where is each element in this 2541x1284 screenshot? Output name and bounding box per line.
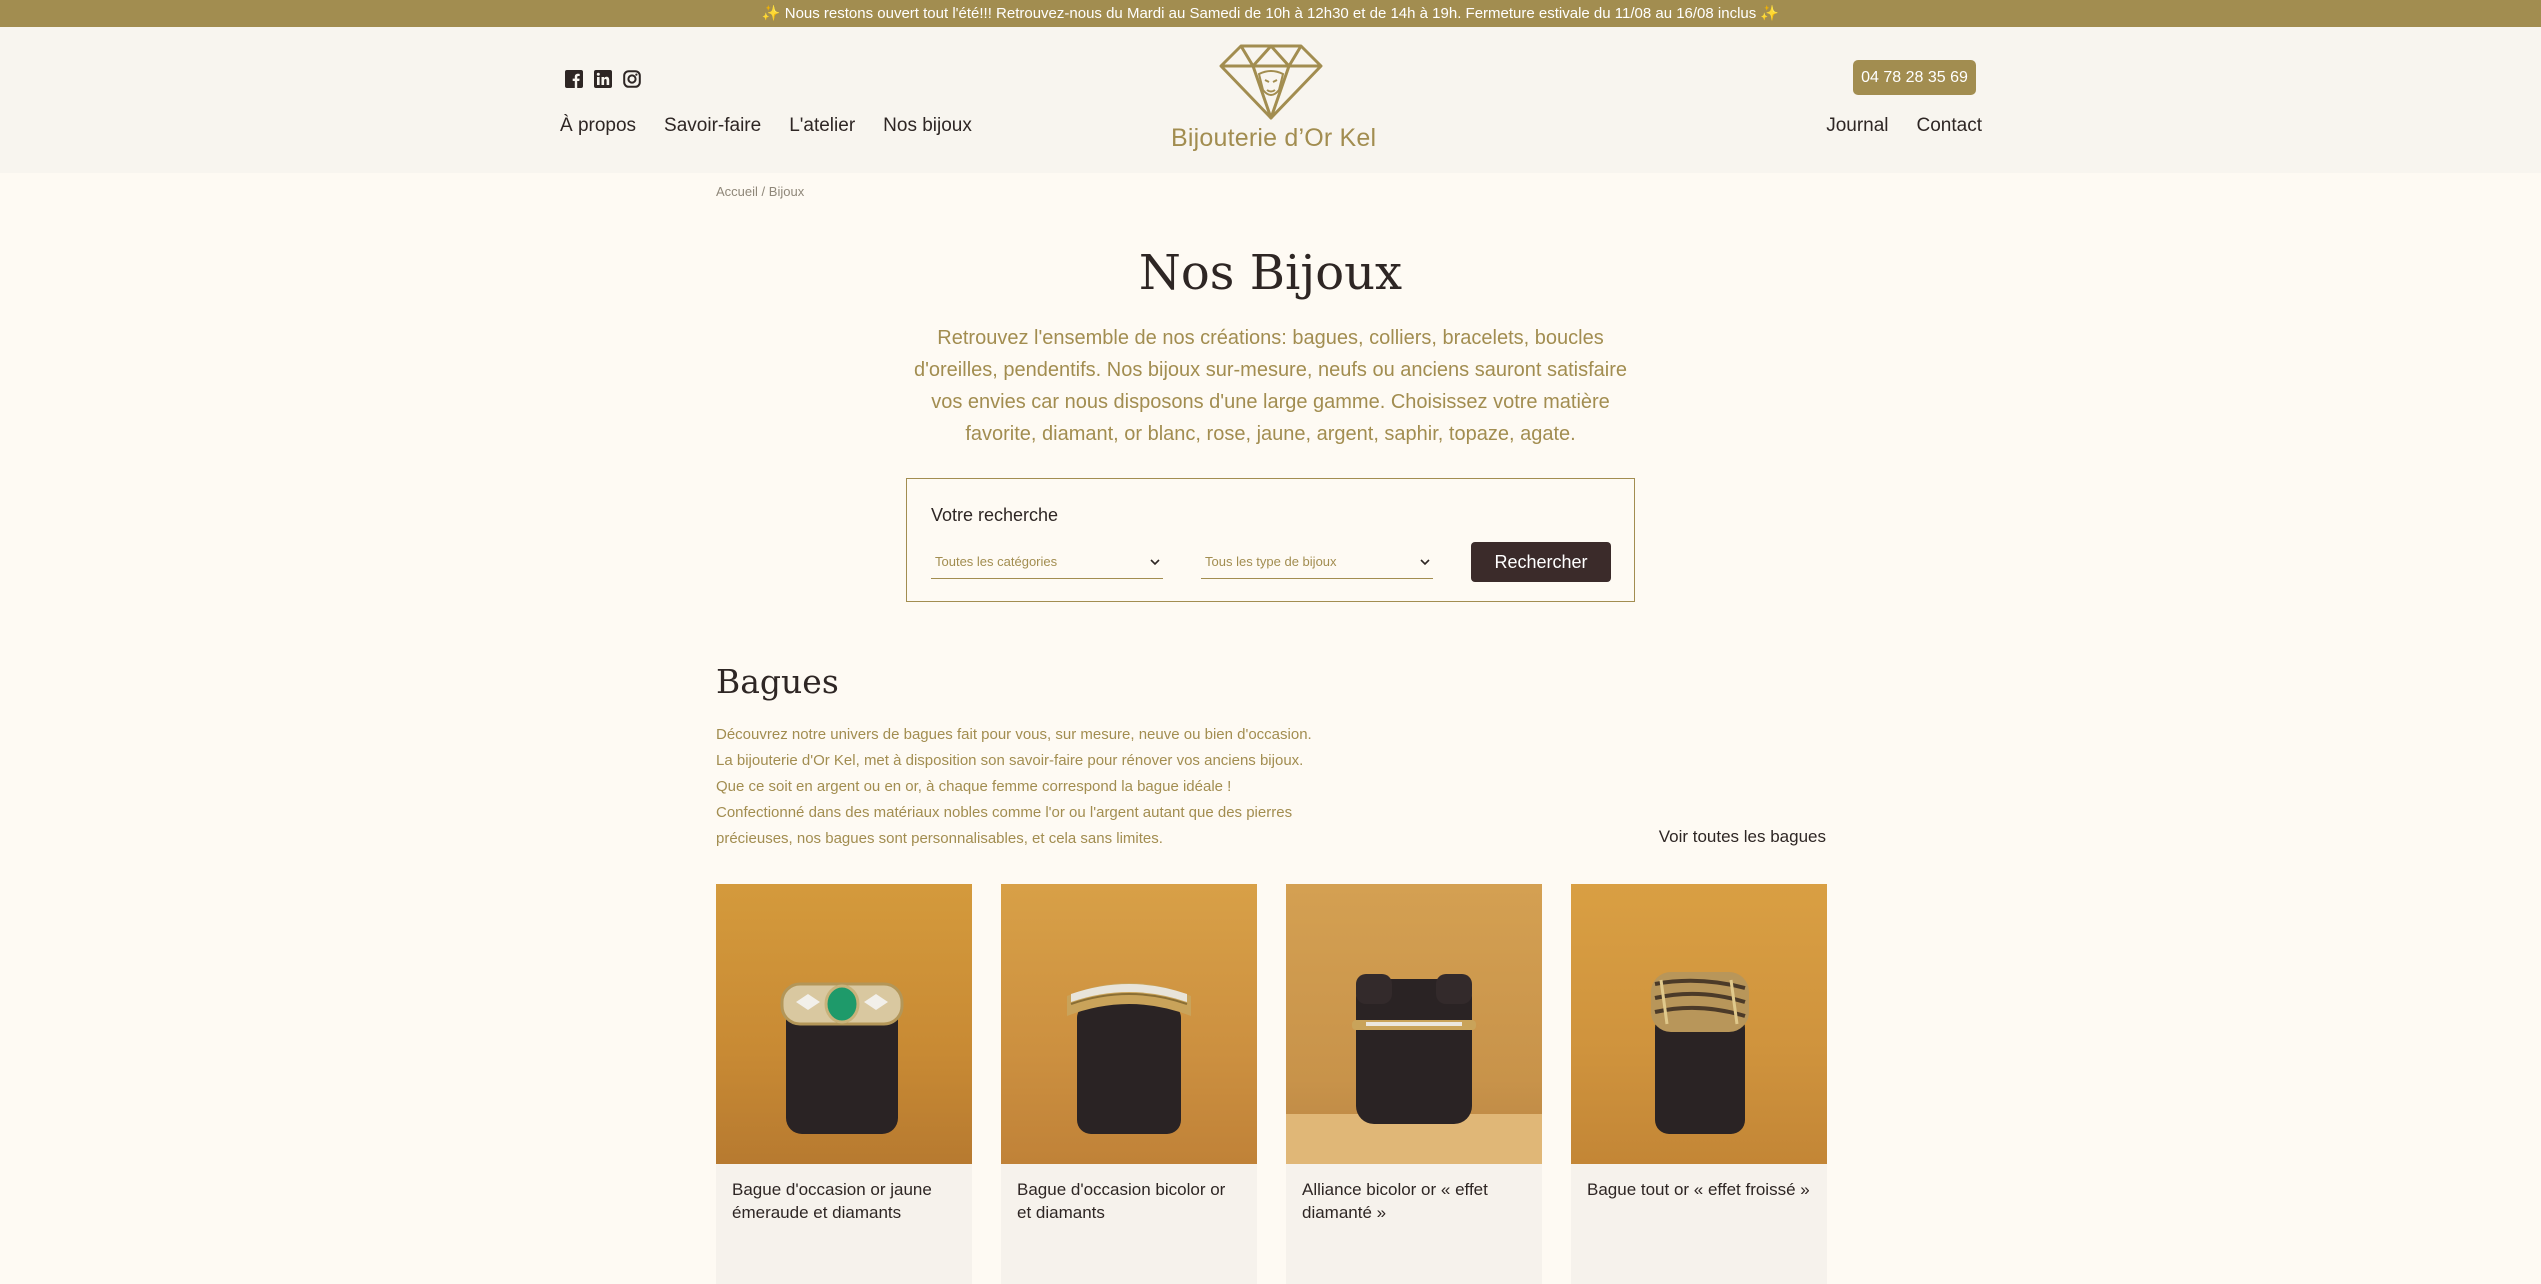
product-image: [716, 884, 972, 1164]
description-line: Découvrez notre univers de bagues fait p…: [716, 726, 1312, 743]
product-image: [1571, 884, 1827, 1164]
page-title: Nos Bijoux: [1138, 245, 1403, 301]
product-card[interactable]: Bague tout or « effet froissé »: [1571, 884, 1827, 1284]
breadcrumb-separator: /: [761, 184, 766, 199]
breadcrumb-current: Bijoux: [768, 184, 805, 199]
announcement-bar: ✨ Nous restons ouvert tout l'été!!! Retr…: [0, 0, 2541, 27]
category-select[interactable]: Toutes les catégories: [931, 551, 1163, 579]
search-button[interactable]: Rechercher: [1471, 542, 1611, 582]
logo-text: Bijouterie d’Or Kel: [1171, 124, 1377, 152]
intro-text: Retrouvez l'ensemble de nos créations: b…: [913, 327, 1628, 445]
see-all-rings-link[interactable]: Voir toutes les bagues: [1659, 827, 1826, 847]
nav-nos-bijoux[interactable]: Nos bijoux: [883, 115, 972, 137]
search-title: Votre recherche: [931, 505, 1059, 525]
diamond-lion-logo-icon: [1219, 44, 1323, 120]
product-card[interactable]: Alliance bicolor or « effet diamanté »: [1286, 884, 1542, 1284]
description-line: Confectionné dans des matériaux nobles c…: [716, 804, 1293, 821]
phone-button[interactable]: 04 78 28 35 69: [1853, 60, 1976, 95]
linkedin-icon[interactable]: [593, 69, 613, 89]
breadcrumb-home[interactable]: Accueil: [716, 184, 758, 199]
product-title: Bague d'occasion or jaune émeraude et di…: [732, 1180, 932, 1222]
chevron-down-icon: [1419, 553, 1431, 575]
breadcrumb: Accueil / Bijoux: [716, 184, 804, 199]
product-title: Bague tout or « effet froissé »: [1587, 1180, 1810, 1199]
category-select-value: Toutes les catégories: [935, 554, 1058, 569]
description-line: La bijouterie d'Or Kel, met à dispositio…: [716, 752, 1304, 769]
instagram-icon[interactable]: [622, 69, 642, 89]
announcement-text: ✨ Nous restons ouvert tout l'été!!! Retr…: [761, 5, 1780, 22]
site-header: À propos Savoir-faire L'atelier Nos bijo…: [0, 27, 2541, 173]
nav-atelier[interactable]: L'atelier: [789, 115, 855, 137]
jewel-type-select[interactable]: Tous les type de bijoux: [1201, 551, 1433, 579]
chevron-down-icon: [1149, 553, 1161, 575]
product-title: Bague d'occasion bicolor or et diamants: [1017, 1180, 1226, 1222]
product-card[interactable]: Bague d'occasion or jaune émeraude et di…: [716, 884, 972, 1284]
main-nav-right: Journal Contact: [1826, 115, 1982, 137]
social-links: [564, 69, 642, 89]
search-panel: Votre recherche Toutes les catégories To…: [906, 478, 1635, 602]
product-image: [1286, 884, 1542, 1164]
main-nav-left: À propos Savoir-faire L'atelier Nos bijo…: [560, 115, 972, 137]
site-logo[interactable]: Bijouterie d’Or Kel: [1171, 44, 1377, 153]
description-line: précieuses, nos bagues sont personnalisa…: [716, 830, 1163, 847]
jewel-type-select-value: Tous les type de bijoux: [1205, 554, 1337, 569]
product-title: Alliance bicolor or « effet diamanté »: [1302, 1180, 1488, 1222]
facebook-icon[interactable]: [564, 69, 584, 89]
product-image: [1001, 884, 1257, 1164]
nav-journal[interactable]: Journal: [1826, 115, 1888, 137]
description-line: Que ce soit en argent ou en or, à chaque…: [716, 778, 1232, 795]
nav-savoir-faire[interactable]: Savoir-faire: [664, 115, 761, 137]
nav-contact[interactable]: Contact: [1917, 115, 1982, 137]
nav-a-propos[interactable]: À propos: [560, 115, 636, 137]
section-title-bagues: Bagues: [716, 662, 839, 701]
section-description: Découvrez notre univers de bagues fait p…: [716, 722, 1312, 852]
product-card[interactable]: Bague d'occasion bicolor or et diamants: [1001, 884, 1257, 1284]
